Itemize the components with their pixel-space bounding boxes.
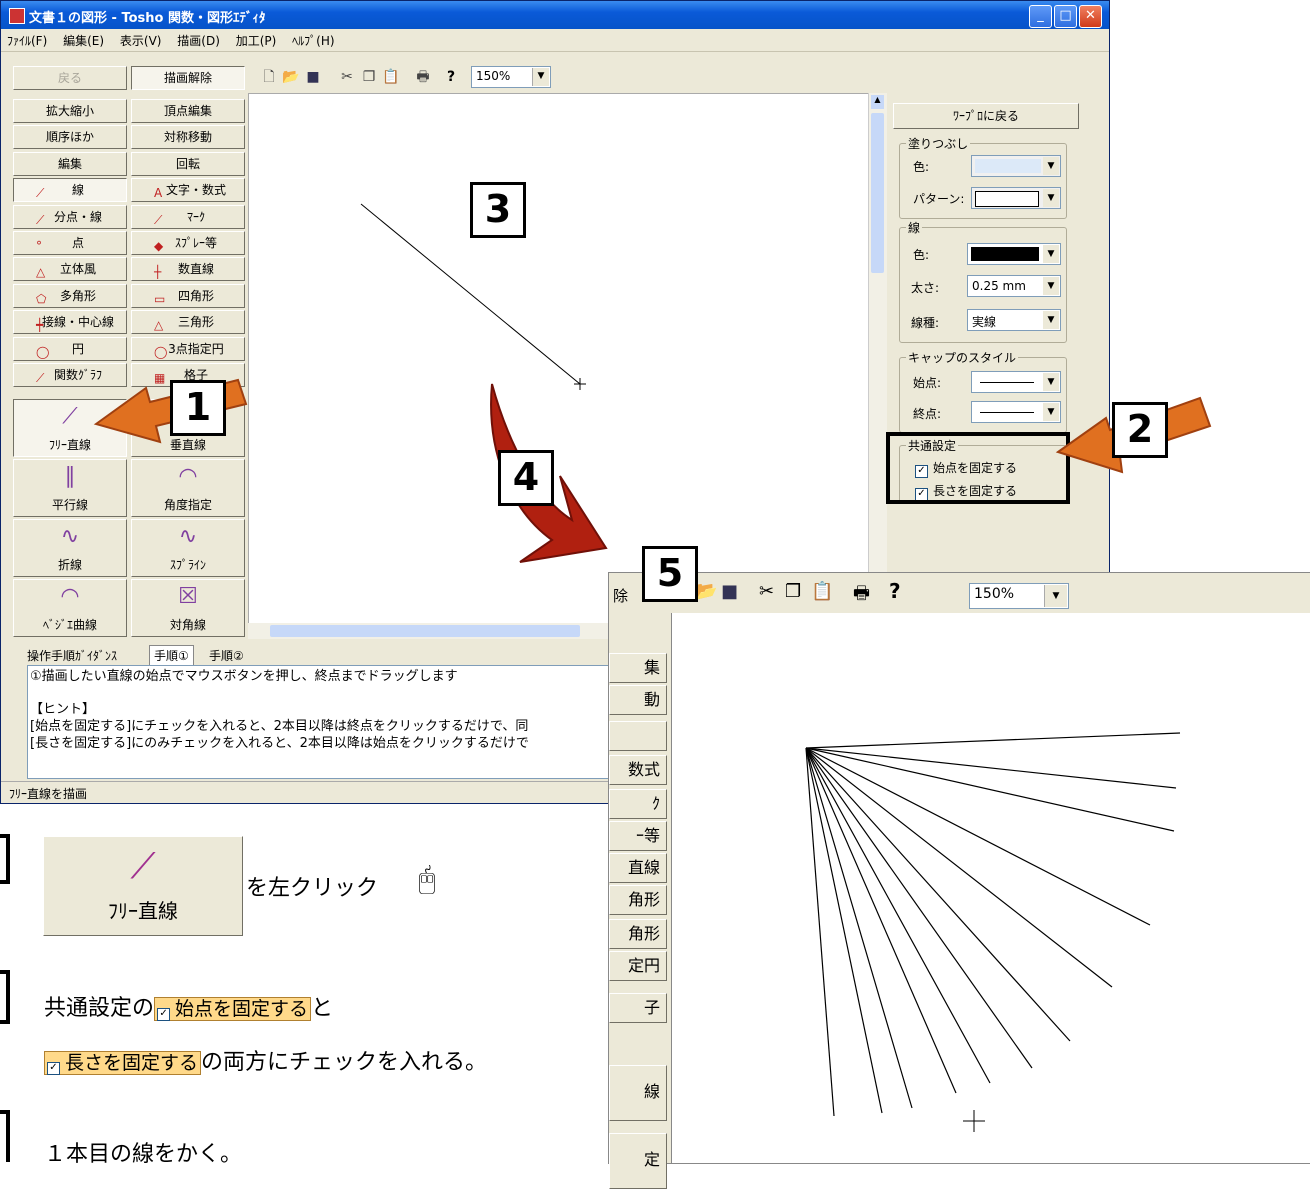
step-marker-2: 2 — [1112, 402, 1168, 458]
step-marker-1: 1 — [170, 380, 226, 436]
step-marker-4: 4 — [498, 450, 554, 506]
step-marker-5: 5 — [642, 546, 698, 602]
step-marker-3: 3 — [470, 182, 526, 238]
